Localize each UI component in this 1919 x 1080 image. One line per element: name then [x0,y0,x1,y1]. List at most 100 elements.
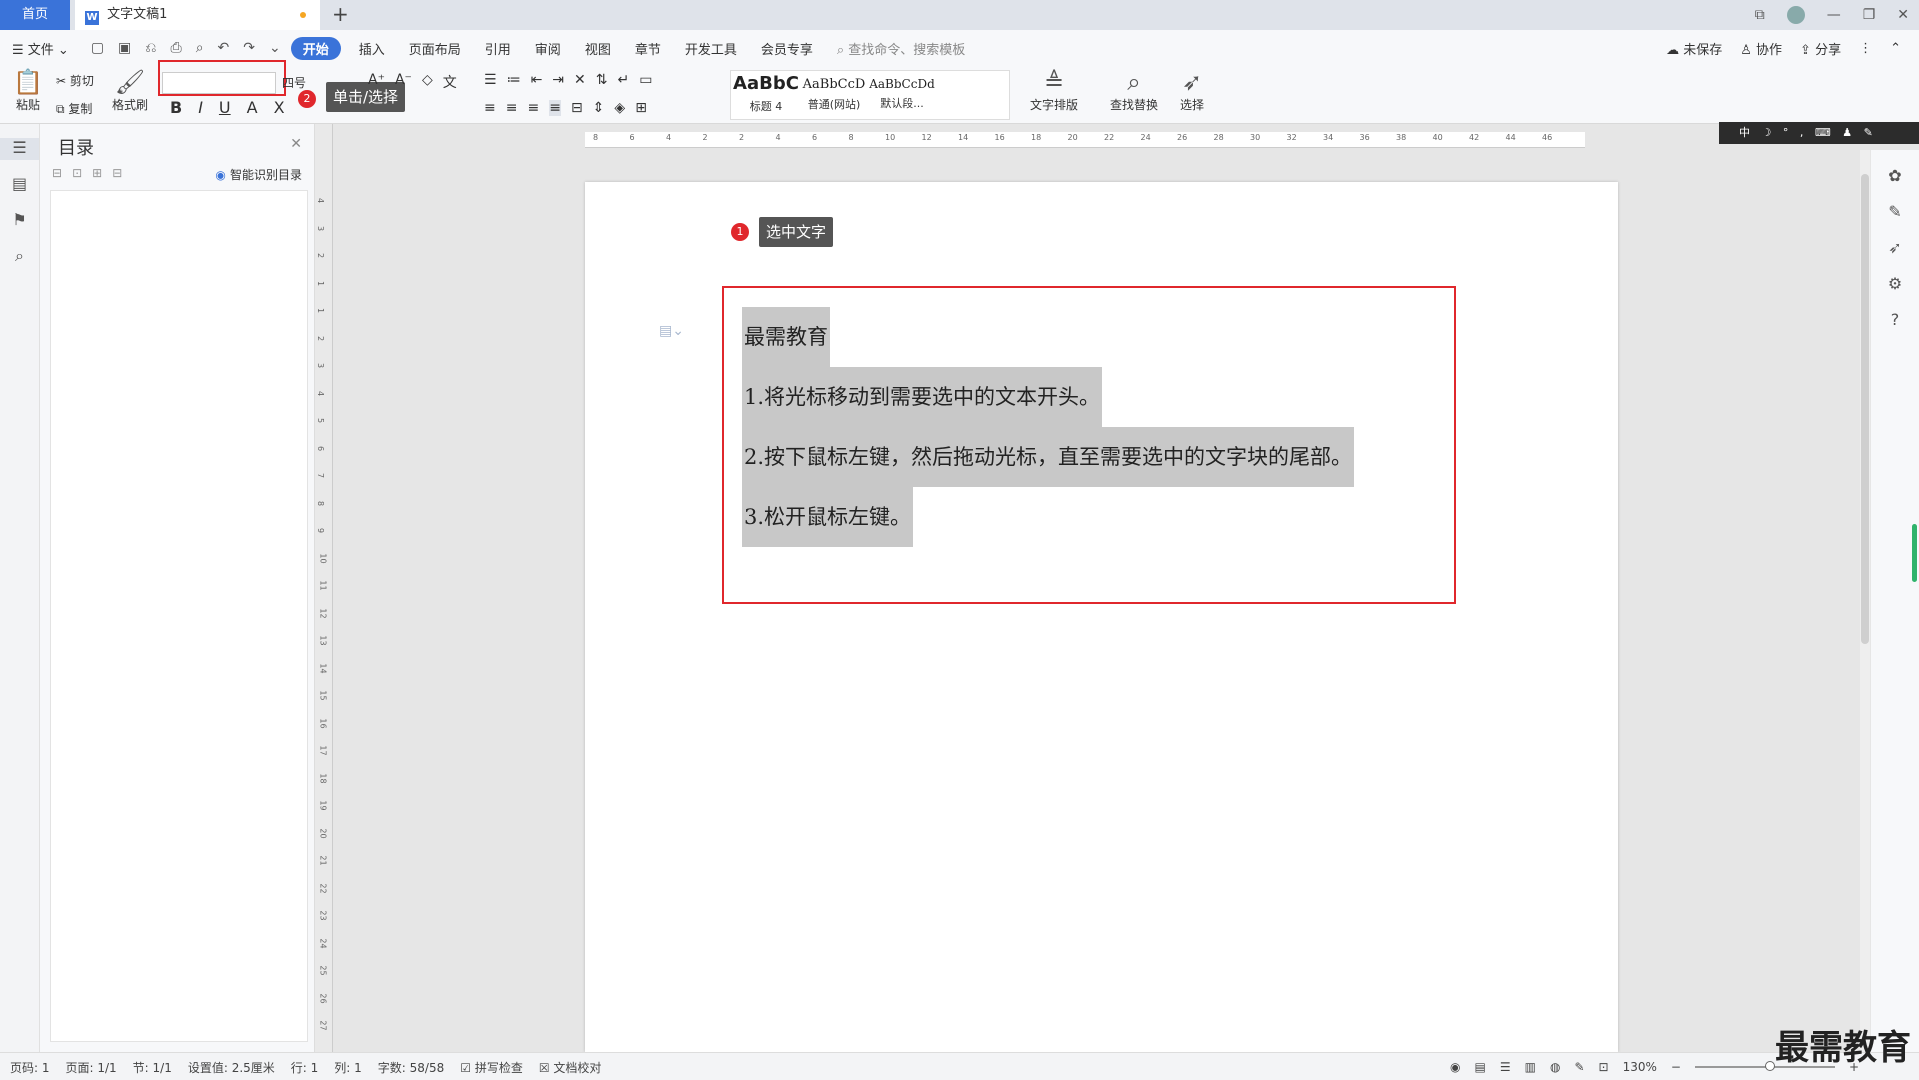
redo-icon[interactable]: ↷ [243,40,255,56]
scroll-thumb[interactable] [1861,174,1869,644]
show-marks-icon[interactable]: ↵ [618,72,630,88]
borders-icon[interactable]: ⊞ [635,100,647,116]
style-panel-icon[interactable]: ✿ [1871,166,1919,186]
table-border-icon[interactable]: ▭ [639,72,652,88]
italic-button[interactable]: I [198,98,203,117]
search-icon[interactable]: ⌕ [0,246,39,268]
style-default-para[interactable]: AaBbCcDd 默认段... [869,73,935,111]
new-doc-icon[interactable]: ▢ [91,40,104,56]
web-view-icon[interactable]: ◍ [1550,1060,1560,1074]
text-layout-button[interactable]: ≜ 文字排版 [1024,68,1084,113]
paragraph-icon[interactable]: ▤⌄ [659,323,684,339]
collab-button[interactable]: ♙ 协作 [1740,39,1782,58]
eye-icon[interactable]: ◉ [1450,1060,1460,1074]
tab-developer[interactable]: 开发工具 [673,39,749,58]
more-options-icon[interactable]: ⋮ [1859,41,1872,56]
tab-home[interactable]: 首页 [0,0,70,30]
bold-button[interactable]: B [170,98,182,117]
align-left-icon[interactable]: ≡ [484,100,496,116]
outline-view-icon[interactable]: ☰ [1500,1060,1511,1074]
collapse-icon[interactable]: ⊟ [52,166,62,180]
command-search[interactable]: ⌕ 查找命令、搜索模板 [837,39,965,58]
zoom-out-icon[interactable]: − [1671,1060,1681,1074]
pen-icon[interactable]: ✎ [1871,202,1919,222]
tab-view[interactable]: 视图 [573,39,623,58]
chinese-layout-icon[interactable]: ✕ [574,72,586,88]
status-page[interactable]: 页码: 1 [10,1059,50,1076]
align-center-icon[interactable]: ≡ [506,100,518,116]
status-row[interactable]: 行: 1 [291,1059,319,1076]
line-spacing-icon[interactable]: ⇕ [593,100,605,116]
indent-icon[interactable]: ⇥ [552,72,564,88]
undo-history-icon[interactable]: ⎌ [145,40,156,56]
bullet-list-icon[interactable]: ☰ [484,72,497,88]
remove-icon[interactable]: ⊟ [112,166,122,180]
spell-check-toggle[interactable]: ☑ 拼写检查 [460,1059,523,1076]
status-section[interactable]: 节: 1/1 [133,1059,172,1076]
ime-toolbar[interactable]: 中 ☽ ° , ⌨ ♟ ✎ [1719,122,1919,144]
undo-icon[interactable]: ↶ [218,40,230,56]
tab-start[interactable]: 开始 [290,36,341,60]
select-panel-icon[interactable]: ➶ [1871,238,1919,258]
file-menu[interactable]: ☰ 文件 ⌄ [0,39,81,58]
new-tab-button[interactable]: + [332,0,349,30]
font-color-button[interactable]: A [247,98,258,117]
collapse-ribbon-icon[interactable]: ⌃ [1890,41,1901,56]
copy-button[interactable]: ⧉ 复制 [56,100,92,117]
help-icon[interactable]: ? [1871,310,1919,330]
numbered-list-icon[interactable]: ≔ [507,72,521,88]
nav-pane-icon[interactable]: ▤ [0,174,39,196]
read-view-icon[interactable]: ▥ [1525,1060,1536,1074]
styles-gallery[interactable]: AaBbC 标题 4 AaBbCcD 普通(网站) AaBbCcDd 默认段..… [730,70,1010,120]
toc-panel-icon[interactable]: ☰ [0,138,39,160]
tab-references[interactable]: 引用 [473,39,523,58]
zoom-knob[interactable] [1764,1061,1775,1071]
bookmark-icon[interactable]: ⚑ [0,210,39,232]
minimize-button[interactable]: — [1827,7,1841,23]
format-painter-button[interactable]: 🖌 格式刷 [110,68,150,113]
print-icon[interactable]: ⎙ [170,40,181,56]
avatar[interactable] [1786,6,1805,24]
status-setting[interactable]: 设置值: 2.5厘米 [188,1059,275,1076]
align-right-icon[interactable]: ≡ [527,100,539,116]
close-button[interactable]: ✕ [1897,7,1909,23]
justify-icon[interactable]: ≡ [549,100,561,116]
print-preview-icon[interactable]: ⌕ [196,40,204,56]
restore-button[interactable]: ❐ [1863,7,1876,23]
phonetic-icon[interactable]: 文 [443,72,457,92]
cut-button[interactable]: ✂ 剪切 [56,72,94,89]
clear-format-icon[interactable]: ◇ [422,72,433,92]
status-words[interactable]: 字数: 58/58 [378,1059,444,1076]
unsaved-button[interactable]: ☁ 未保存 [1666,39,1722,58]
save-icon[interactable]: ▣ [118,40,131,56]
smart-toc-button[interactable]: ◉ 智能识别目录 [215,166,302,183]
status-col[interactable]: 列: 1 [334,1059,362,1076]
shading-icon[interactable]: ◈ [614,100,625,116]
tab-member[interactable]: 会员专享 [749,39,825,58]
page-view-icon[interactable]: ▤ [1475,1060,1486,1074]
shrink-font-icon[interactable]: A⁻ [395,72,412,92]
superscript-button[interactable]: X [274,98,285,117]
document-page[interactable]: 1 选中文字 ▤⌄ 最需教育 1.将光标移动到需要选中的文本开头。 2.按下鼠标… [585,182,1618,1052]
more-icon[interactable]: ⌄ [269,40,281,56]
paste-button[interactable]: 📋 粘贴 [10,68,46,113]
font-size-select[interactable]: 四号 [282,74,306,91]
share-button[interactable]: ⇪ 分享 [1800,39,1841,58]
tab-review[interactable]: 审阅 [523,39,573,58]
select-button[interactable]: ➶ 选择 [1172,68,1212,113]
settings-icon[interactable]: ⚙ [1871,274,1919,294]
tab-sections[interactable]: 章节 [623,39,673,58]
style-normal-web[interactable]: AaBbCcD 普通(网站) [801,73,867,112]
zoom-level[interactable]: 130% [1623,1060,1657,1074]
fit-icon[interactable]: ⊡ [1599,1060,1609,1074]
sort-icon[interactable]: ⇅ [596,72,608,88]
add-icon[interactable]: ⊞ [92,166,102,180]
find-replace-button[interactable]: ⌕ 查找替换 [1104,68,1164,113]
underline-button[interactable]: U [219,98,231,117]
doc-proof-toggle[interactable]: ☒ 文档校对 [539,1059,602,1076]
layout-icon[interactable]: ⧉ [1755,7,1765,23]
vertical-scrollbar[interactable] [1860,150,1870,1052]
tab-document[interactable]: W 文字文稿1 [75,0,320,30]
tab-page-layout[interactable]: 页面布局 [397,39,473,58]
tab-insert[interactable]: 插入 [347,39,397,58]
